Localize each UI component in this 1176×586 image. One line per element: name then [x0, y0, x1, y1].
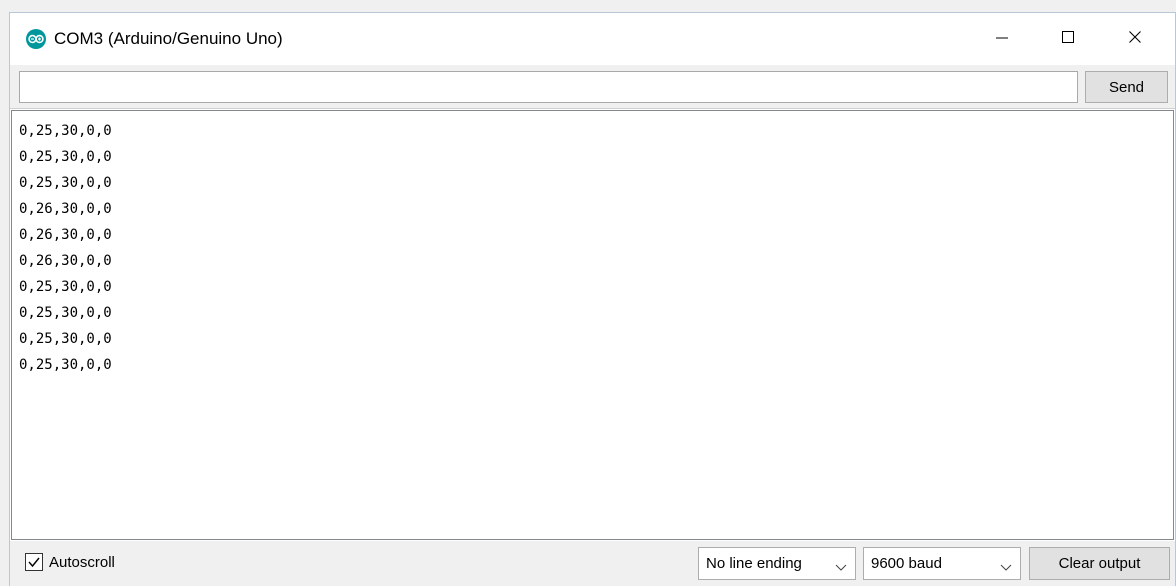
serial-output[interactable]: 0,25,30,0,0 0,25,30,0,0 0,25,30,0,0 0,26,30…: [11, 110, 1174, 540]
minimize-icon: [995, 30, 1009, 49]
output-line: 0,25,30,0,0: [19, 175, 112, 191]
maximize-button[interactable]: [1039, 13, 1097, 65]
autoscroll-toggle[interactable]: Autoscroll: [25, 553, 115, 571]
baud-rate-value: 9600 baud: [871, 555, 942, 572]
output-line: 0,25,30,0,0: [19, 357, 112, 373]
minimize-button[interactable]: [973, 13, 1031, 65]
output-line: 0,26,30,0,0: [19, 227, 112, 243]
checkmark-icon: [28, 557, 40, 568]
window-title: COM3 (Arduino/Genuino Uno): [54, 29, 283, 48]
autoscroll-label: Autoscroll: [49, 553, 115, 571]
send-bar: Send: [10, 65, 1175, 109]
footer-bar: Autoscroll No line ending 9600 baud Clea…: [10, 541, 1175, 586]
output-line: 0,25,30,0,0: [19, 331, 112, 347]
send-input[interactable]: [19, 71, 1078, 103]
output-line: 0,25,30,0,0: [19, 305, 112, 321]
chevron-down-icon: [1000, 559, 1012, 576]
baud-rate-select[interactable]: 9600 baud: [863, 547, 1021, 580]
close-button[interactable]: [1106, 13, 1164, 65]
line-ending-value: No line ending: [706, 555, 802, 572]
line-ending-select[interactable]: No line ending: [698, 547, 856, 580]
autoscroll-checkbox[interactable]: [25, 553, 43, 571]
maximize-icon: [1061, 30, 1075, 49]
serial-monitor-window: COM3 (Arduino/Genuino Uno) Send 0,25,30,…: [9, 12, 1176, 586]
output-line: 0,25,30,0,0: [19, 123, 112, 139]
chevron-down-icon: [835, 559, 847, 576]
output-line: 0,25,30,0,0: [19, 149, 112, 165]
output-line: 0,26,30,0,0: [19, 253, 112, 269]
clear-output-button[interactable]: Clear output: [1029, 547, 1170, 580]
arduino-logo-icon: [26, 29, 46, 49]
output-line: 0,25,30,0,0: [19, 279, 112, 295]
send-button[interactable]: Send: [1085, 71, 1168, 103]
title-bar[interactable]: COM3 (Arduino/Genuino Uno): [10, 13, 1175, 65]
close-icon: [1128, 30, 1142, 49]
output-line: 0,26,30,0,0: [19, 201, 112, 217]
